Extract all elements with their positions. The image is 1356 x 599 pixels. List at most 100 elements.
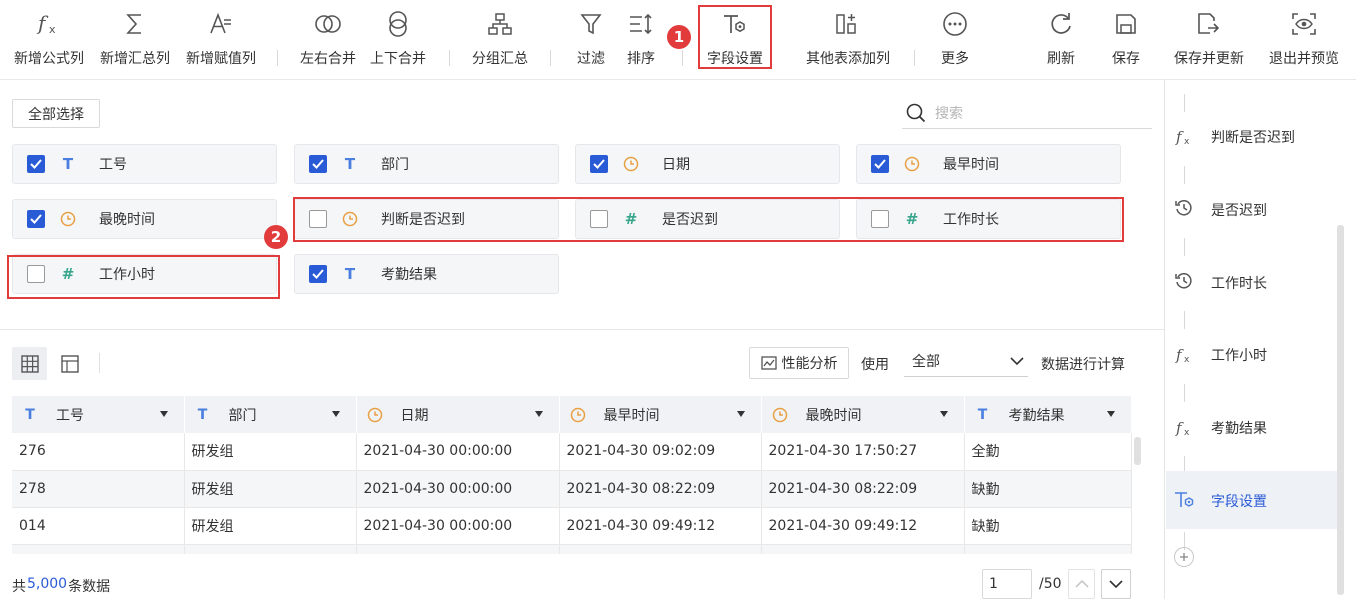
field-checkbox[interactable] [309, 265, 327, 283]
table-cell [184, 544, 357, 554]
field-card-earliest-time[interactable]: 最早时间 [856, 144, 1121, 184]
merge-horizontal-icon [314, 11, 342, 37]
merge-horizontal-button[interactable]: 左右合并 [293, 0, 363, 80]
add-assign-column-label: 新增赋值列 [186, 51, 256, 67]
chevron-down-icon [1109, 580, 1123, 589]
table-cell: 研发组 [184, 470, 357, 508]
exit-preview-button[interactable]: 退出并预览 [1262, 0, 1346, 80]
table-cell: 全勤 [964, 433, 1132, 471]
save-label: 保存 [1112, 51, 1140, 67]
field-name: 工号 [99, 157, 127, 173]
table-cell: 2021-04-30 09:02:09 [559, 433, 762, 471]
column-header-employee-id[interactable]: T 工号 [12, 396, 185, 433]
more-label: 更多 [941, 51, 969, 67]
step-late-check[interactable]: 判断是否迟到 [1211, 127, 1295, 147]
select-all-button[interactable]: 全部选择 [12, 99, 100, 128]
refresh-button[interactable]: 刷新 [1036, 0, 1086, 80]
add-step-button[interactable] [1174, 547, 1194, 567]
step-work-duration[interactable]: 工作时长 [1211, 273, 1267, 293]
field-card-employee-id[interactable]: T 工号 [12, 144, 277, 184]
save-and-update-button[interactable]: 保存并更新 [1166, 0, 1252, 80]
page-up-button[interactable] [1068, 569, 1095, 599]
group-summary-button[interactable]: 分组汇总 [465, 0, 535, 80]
grid-icon [20, 354, 39, 373]
add-assign-column-button[interactable]: 新增赋值列 [180, 0, 262, 80]
merge-vertical-label: 上下合并 [370, 51, 426, 67]
compute-label: 数据进行计算 [1041, 357, 1125, 373]
page-input[interactable]: 1 [982, 569, 1032, 599]
table-row [12, 544, 1132, 554]
merge-vertical-button[interactable]: 上下合并 [363, 0, 433, 80]
caret-down-icon[interactable] [534, 411, 543, 417]
table-scrollbar[interactable] [1134, 437, 1141, 465]
column-header-latest-time[interactable]: 最晚时间 [761, 396, 965, 433]
grid-view-button[interactable] [12, 347, 47, 380]
field-card-date[interactable]: 日期 [575, 144, 840, 184]
text-type-icon: T [62, 155, 74, 173]
step-attendance-result[interactable]: 考勤结果 [1211, 418, 1267, 438]
steps-scrollbar[interactable] [1337, 225, 1344, 595]
data-scope-select[interactable]: 全部 [904, 345, 1028, 377]
table-cell: 2021-04-30 00:00:00 [356, 507, 560, 545]
performance-analysis-button[interactable]: 性能分析 [749, 347, 849, 379]
add-summary-column-button[interactable]: 新增汇总列 [94, 0, 176, 80]
caret-down-icon[interactable] [736, 411, 745, 417]
assign-icon [208, 11, 234, 37]
toolbar-divider [550, 50, 551, 66]
clock-icon [367, 407, 383, 423]
plus-icon [1180, 553, 1188, 561]
field-card-latest-time[interactable]: 最晚时间 [12, 199, 277, 239]
field-name: 最早时间 [943, 157, 999, 173]
save-update-icon [1196, 11, 1222, 37]
field-card-department[interactable]: T 部门 [294, 144, 559, 184]
table-cell: 014 [12, 507, 185, 545]
save-button[interactable]: 保存 [1101, 0, 1151, 80]
clock-icon [772, 407, 788, 423]
caret-down-icon[interactable] [331, 411, 340, 417]
field-checkbox[interactable] [590, 155, 608, 173]
fx-icon: fx [1175, 416, 1195, 438]
filter-label: 过滤 [577, 51, 605, 67]
search-box[interactable]: 搜索 [902, 98, 1152, 129]
page-down-button[interactable] [1101, 569, 1131, 599]
field-card-attendance-result[interactable]: T 考勤结果 [294, 254, 559, 294]
column-header-attendance-result[interactable]: T 考勤结果 [964, 396, 1132, 433]
sort-icon [628, 11, 654, 37]
caret-down-icon[interactable] [939, 411, 948, 417]
table-cell [12, 544, 185, 554]
add-formula-column-button[interactable]: fx 新增公式列 [8, 0, 90, 80]
unchecked-fields-highlight [293, 197, 1124, 242]
table-cell: 缺勤 [964, 507, 1132, 545]
save-icon [1114, 11, 1138, 37]
field-checkbox[interactable] [27, 155, 45, 173]
data-scope-value: 全部 [912, 353, 940, 370]
toolbar: fx 新增公式列 新增汇总列 新增赋值列 左右合并 上下合并 分组汇总 过滤 排… [0, 0, 1356, 80]
field-checkbox[interactable] [27, 210, 45, 228]
filter-button[interactable]: 过滤 [566, 0, 616, 80]
field-checkbox[interactable] [871, 155, 889, 173]
refresh-label: 刷新 [1047, 51, 1075, 67]
group-summary-label: 分组汇总 [472, 51, 528, 67]
chevron-down-icon [1010, 357, 1024, 366]
field-settings-highlight [698, 5, 772, 69]
caret-down-icon[interactable] [1106, 411, 1115, 417]
step-work-hours[interactable]: 工作小时 [1211, 345, 1267, 365]
step-is-late[interactable]: 是否迟到 [1211, 200, 1267, 220]
add-column-from-table-button[interactable]: 其他表添加列 [800, 0, 896, 80]
column-header-department[interactable]: T 部门 [184, 396, 357, 433]
step-badge-1: 1 [667, 25, 691, 49]
sort-button[interactable]: 排序 [616, 0, 666, 80]
more-icon [942, 11, 968, 37]
column-header-label: 工号 [56, 407, 84, 424]
merge-horizontal-label: 左右合并 [300, 51, 356, 67]
layout-view-button[interactable] [52, 347, 87, 380]
field-name: 日期 [662, 157, 690, 173]
field-checkbox[interactable] [309, 155, 327, 173]
step-field-settings[interactable]: 字段设置 [1211, 491, 1267, 511]
column-header-earliest-time[interactable]: 最早时间 [559, 396, 762, 433]
caret-down-icon[interactable] [159, 411, 168, 417]
column-header-date[interactable]: 日期 [356, 396, 560, 433]
table-cell: 2021-04-30 09:49:12 [761, 507, 965, 545]
section-divider [0, 329, 1164, 330]
more-button[interactable]: 更多 [925, 0, 985, 80]
